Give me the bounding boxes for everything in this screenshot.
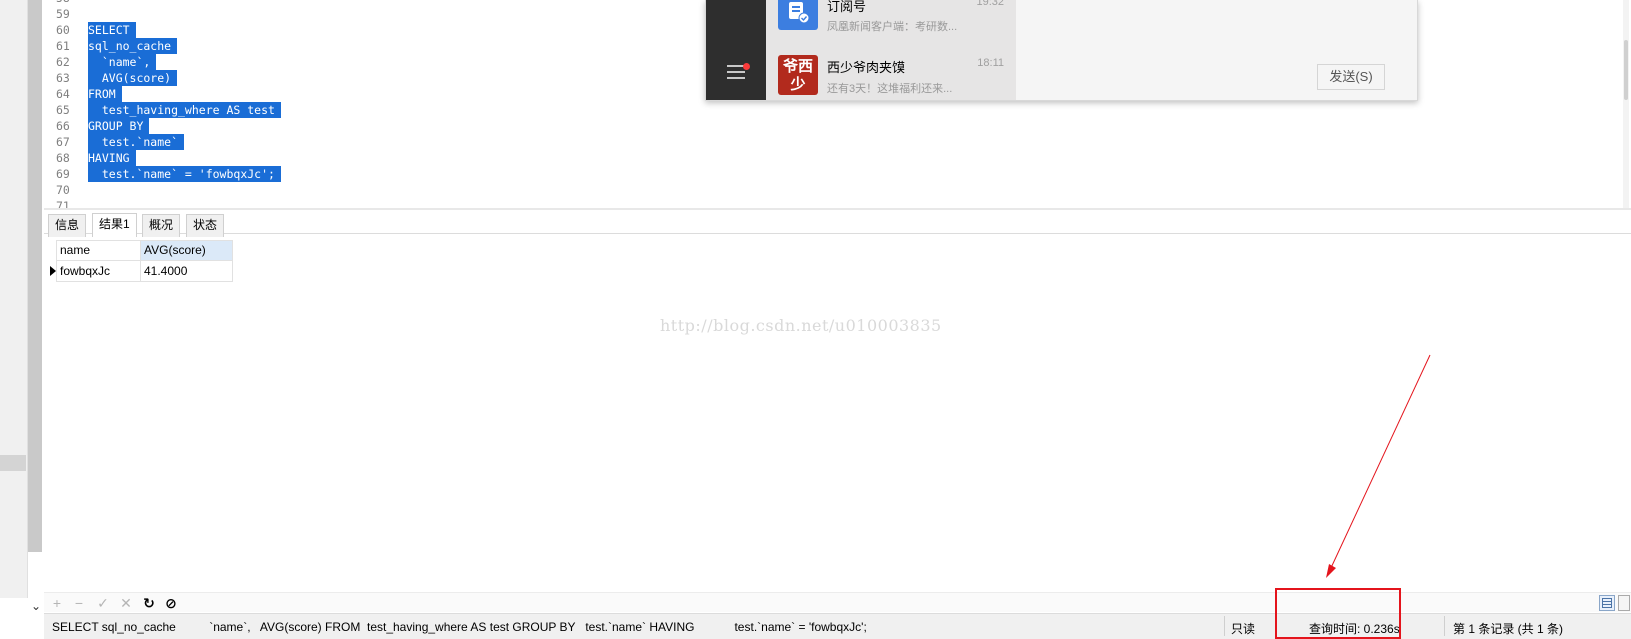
chat-list: 订阅号 19:32 凤凰新闻客户端：考研数... 爷西少 西少爷肉夹馍 18:1… (766, 0, 1016, 100)
code-text: sql_no_cache (88, 38, 178, 54)
stop-icon[interactable]: ⊘ (162, 594, 180, 612)
chat-title: 西少爷肉夹馍 (827, 60, 906, 75)
watermark: http://blog.csdn.net/u010003835 (660, 316, 942, 335)
line-number: 65 (56, 103, 70, 117)
brand-avatar: 爷西少 (778, 55, 818, 95)
code-text: FROM (88, 86, 122, 102)
apply-button[interactable]: ✓ (94, 594, 112, 612)
table-cell[interactable]: fowbqxJc (56, 261, 141, 282)
line-number: 70 (56, 183, 70, 197)
annotation-arrow (1326, 354, 1431, 578)
code-text: `name`, (88, 54, 157, 70)
discard-button[interactable]: ✕ (117, 594, 135, 612)
highlight-box (1275, 588, 1401, 639)
line-number: 60 (56, 23, 70, 37)
left-gutter (0, 0, 28, 598)
divider (1224, 616, 1225, 636)
wechat-sidebar (706, 0, 766, 100)
wechat-window: 订阅号 19:32 凤凰新闻客户端：考研数... 爷西少 西少爷肉夹馍 18:1… (705, 0, 1418, 101)
grid-view-icon[interactable] (1599, 595, 1615, 611)
add-record-button[interactable]: + (48, 594, 66, 612)
tab-result1[interactable]: 结果1 (92, 213, 137, 237)
tab-info[interactable]: 信息 (48, 214, 87, 237)
refresh-icon[interactable]: ↻ (140, 594, 158, 612)
left-scrollbar[interactable] (28, 0, 42, 552)
status-query: SELECT sql_no_cache `name`, AVG(score) F… (52, 620, 867, 634)
chat-item[interactable]: 订阅号 19:32 凤凰新闻客户端：考研数... (766, 0, 1016, 48)
code-text: GROUP BY (88, 118, 150, 134)
tab-profile[interactable]: 概况 (142, 214, 181, 237)
editor-scrollbar[interactable] (1623, 0, 1629, 208)
status-mode: 只读 (1231, 622, 1256, 636)
left-panel-handle[interactable] (0, 455, 26, 471)
scrollbar-thumb[interactable] (1624, 40, 1628, 100)
line-number: 68 (56, 151, 70, 165)
chat-preview: 凤凰新闻客户端：考研数... (827, 21, 958, 33)
code-text: test.`name` (88, 134, 185, 150)
line-number: 66 (56, 119, 70, 133)
chat-item[interactable]: 爷西少 西少爷肉夹馍 18:11 还有3天！这堆福利还来... (766, 50, 1016, 98)
tab-status[interactable]: 状态 (186, 214, 225, 237)
column-header[interactable]: name (56, 240, 141, 261)
current-row-indicator (50, 266, 56, 276)
line-number: 62 (56, 55, 70, 69)
line-number: 71 (56, 199, 70, 208)
line-number: 63 (56, 71, 70, 85)
column-header[interactable]: AVG(score) (140, 240, 233, 261)
delete-record-button[interactable]: − (70, 594, 88, 612)
status-records: 第 1 条记录 (共 1 条) (1453, 622, 1564, 636)
line-number: 59 (56, 7, 70, 21)
code-text: SELECT (88, 22, 136, 38)
code-text: AVG(score) (88, 70, 178, 86)
chat-time: 19:32 (976, 0, 1004, 8)
notification-dot (743, 63, 750, 70)
chat-preview: 还有3天！这堆福利还来... (827, 83, 953, 95)
table-cell[interactable]: 41.4000 (140, 261, 233, 282)
code-text: test.`name` = 'fowbqxJc'; (88, 166, 281, 182)
subscription-icon (778, 0, 818, 30)
line-number: 61 (56, 39, 70, 53)
send-button[interactable]: 发送(S) (1317, 64, 1385, 90)
line-number: 64 (56, 87, 70, 101)
form-view-icon[interactable] (1618, 595, 1630, 611)
line-number: 69 (56, 167, 70, 181)
chat-time: 18:11 (977, 57, 1004, 69)
code-text: test_having_where AS test (88, 102, 281, 118)
divider (1444, 616, 1445, 636)
line-number: 67 (56, 135, 70, 149)
chat-title: 订阅号 (827, 0, 867, 14)
result-tabs: 信息 结果1 概况 状态 (44, 208, 1631, 237)
code-text: HAVING (88, 150, 136, 166)
chevron-down-icon[interactable]: ⌄ (29, 599, 43, 613)
